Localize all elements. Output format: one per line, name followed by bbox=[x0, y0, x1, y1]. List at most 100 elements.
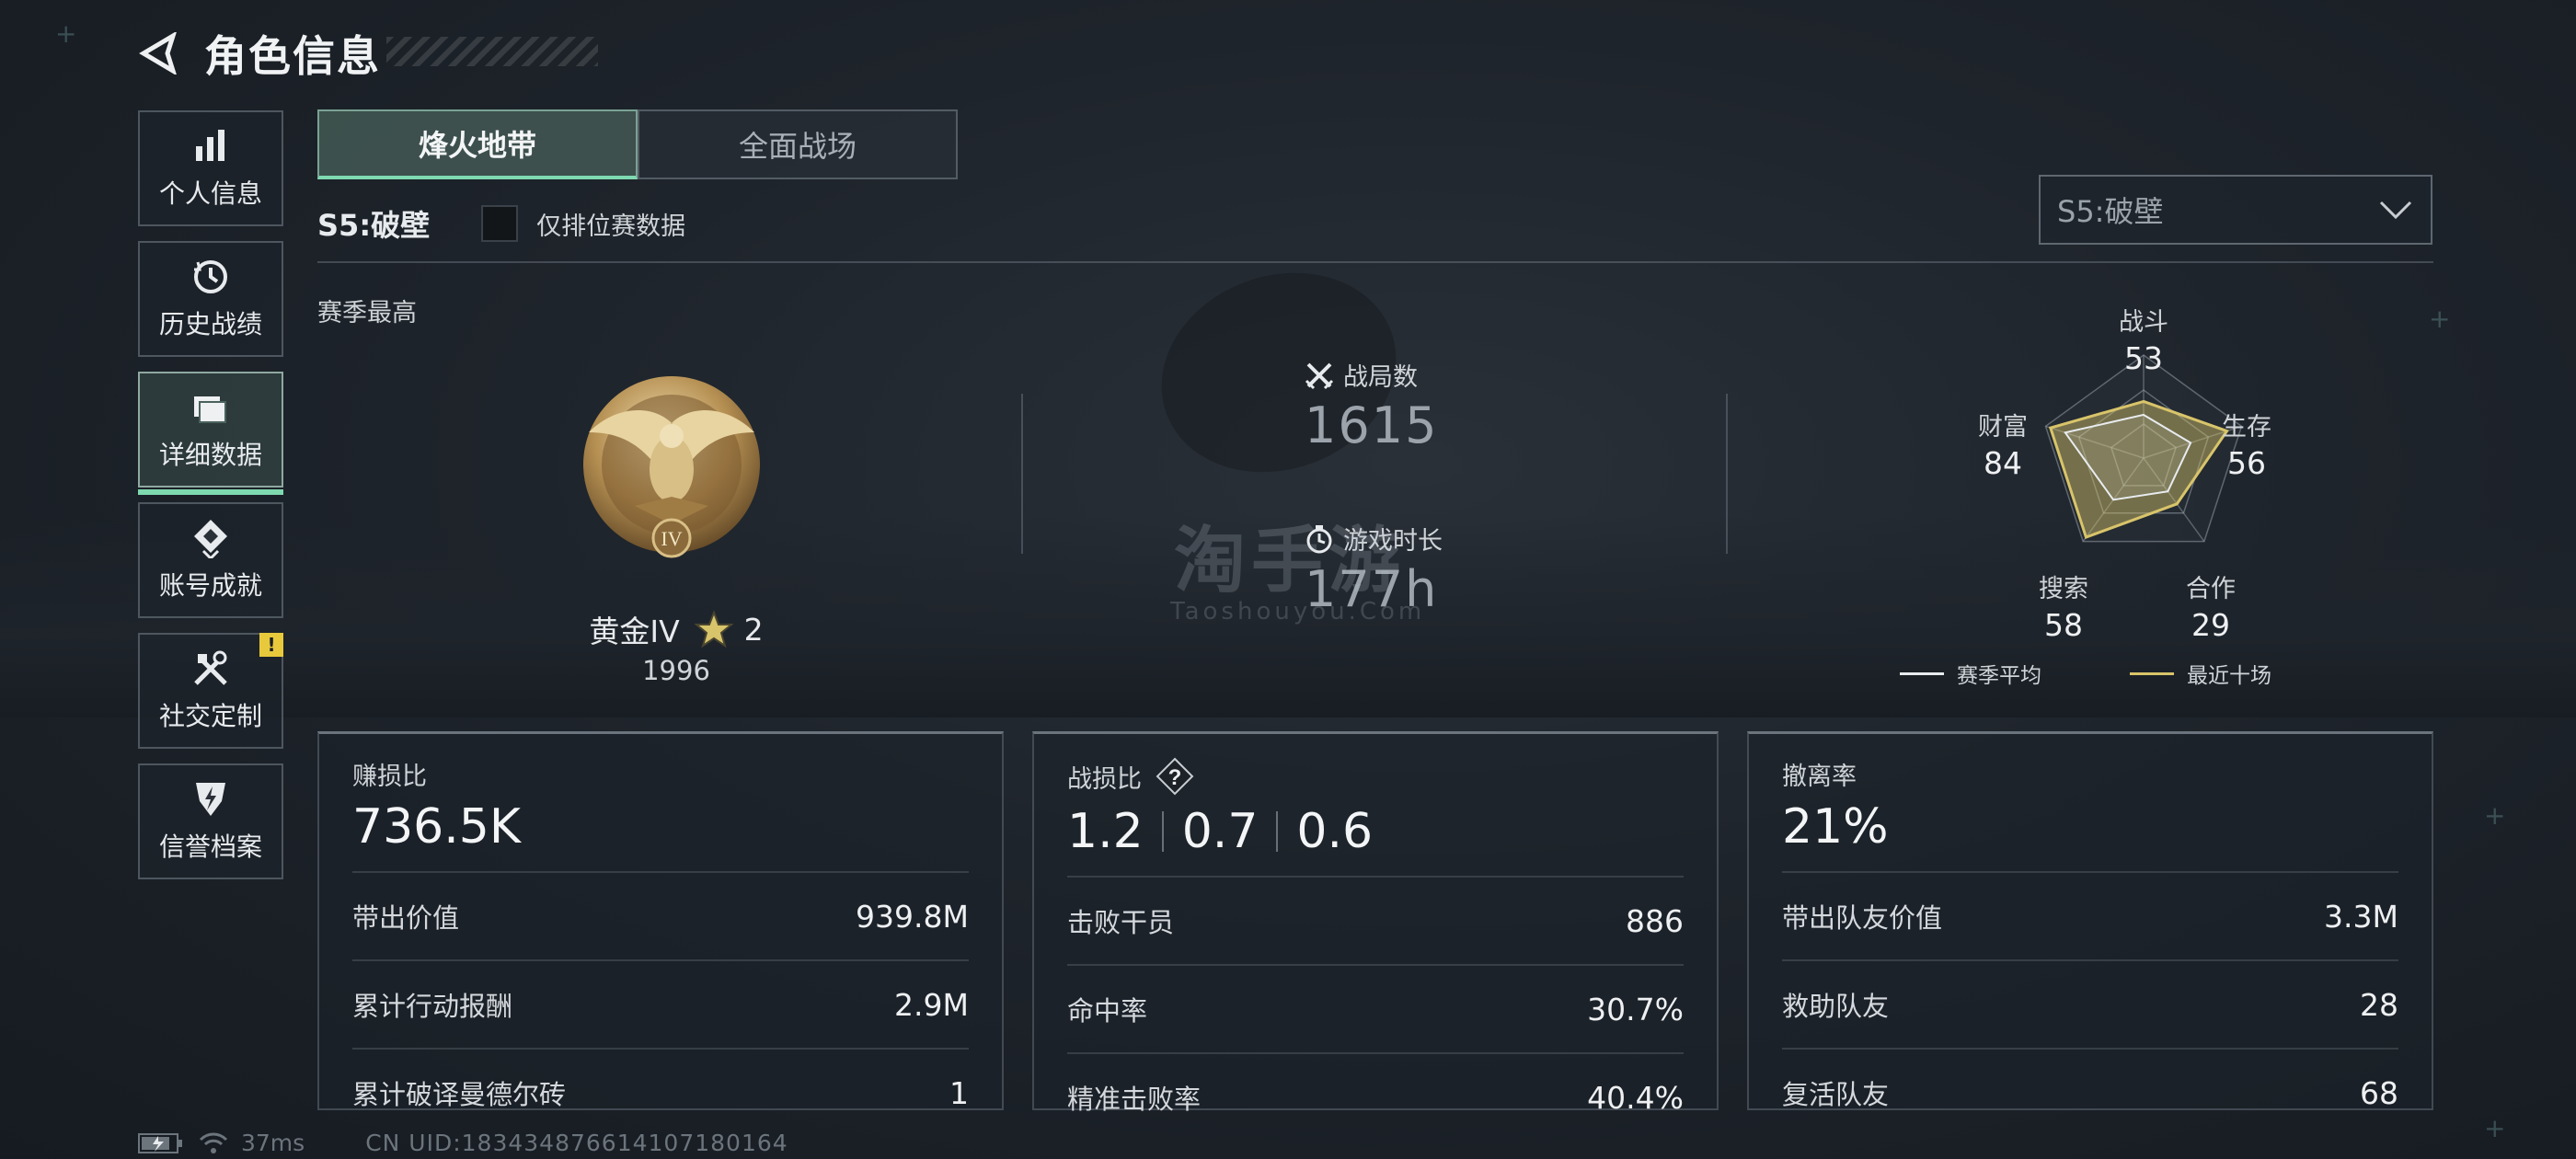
divider bbox=[1276, 811, 1279, 852]
watermark-main: 淘手游 bbox=[1173, 520, 1406, 602]
kd-values: 1.2 0.7 0.6 bbox=[1067, 800, 1684, 863]
history-clock-icon bbox=[194, 260, 227, 293]
row-label: 带出价值 bbox=[352, 902, 460, 934]
page-header: 角色信息 bbox=[138, 26, 381, 81]
panel-main-value: 21% bbox=[1782, 799, 1889, 855]
tab-warzone[interactable]: 烽火地带 bbox=[317, 109, 638, 179]
season-name: S5:破壁 bbox=[317, 208, 431, 243]
sidebar-item-social[interactable]: 社交定制 ! bbox=[138, 633, 283, 749]
panel-title-row: 战损比 ? bbox=[1067, 756, 1684, 797]
table-row: 精准击败率 40.4% bbox=[1067, 1052, 1684, 1141]
ranked-only-checkbox[interactable] bbox=[481, 205, 519, 242]
legend-swatch bbox=[2130, 671, 2174, 675]
sidebar-item-label: 历史战绩 bbox=[158, 309, 262, 339]
row-label: 命中率 bbox=[1067, 995, 1148, 1027]
season-best-label: 赛季最高 bbox=[317, 299, 417, 327]
sidebar-item-label: 账号成就 bbox=[158, 570, 262, 601]
row-value: 886 bbox=[1626, 902, 1684, 939]
divider bbox=[1021, 394, 1023, 554]
title-decoration bbox=[386, 37, 598, 66]
row-value: 939.8M bbox=[856, 898, 969, 935]
sidebar-item-history[interactable]: 历史战绩 bbox=[138, 241, 283, 357]
help-icon[interactable]: ? bbox=[1155, 756, 1195, 797]
table-row: 击败干员 886 bbox=[1067, 876, 1684, 964]
row-label: 复活队友 bbox=[1782, 1079, 1890, 1110]
panel-title: 撤离率 bbox=[1782, 763, 1857, 791]
watermark-sub: Taoshouyou.Com bbox=[1170, 598, 1426, 625]
back-arrow-icon[interactable] bbox=[138, 32, 180, 75]
rank-name: 黄金IV bbox=[589, 614, 680, 649]
sidebar-item-reputation[interactable]: 信誉档案 bbox=[138, 763, 283, 879]
panel-title: 赚损比 bbox=[352, 763, 427, 791]
row-value: 3.3M bbox=[2324, 898, 2398, 935]
radar-label-combat: 战斗 bbox=[2119, 308, 2168, 337]
bar-chart-icon bbox=[196, 130, 224, 161]
row-value: 68 bbox=[2360, 1074, 2398, 1111]
rank-score: 1996 bbox=[642, 655, 710, 686]
crossed-swords-icon bbox=[1305, 362, 1334, 389]
folder-icon bbox=[194, 396, 226, 423]
legend-label: 赛季平均 bbox=[1957, 664, 2041, 688]
row-label: 累计破译曼德尔砖 bbox=[352, 1079, 567, 1110]
matches-label: 战局数 bbox=[1343, 363, 1418, 392]
season-row: S5:破壁 仅排位赛数据 bbox=[317, 202, 685, 245]
row-label: 累计行动报酬 bbox=[352, 991, 513, 1022]
table-row: 复活队友 68 bbox=[1782, 1048, 2398, 1136]
sidebar-item-achievements[interactable]: 账号成就 bbox=[138, 502, 283, 618]
rank-badge-icon: IV bbox=[583, 376, 760, 558]
ranked-only-label[interactable]: 仅排位赛数据 bbox=[536, 206, 685, 242]
row-label: 救助队友 bbox=[1782, 991, 1890, 1022]
user-uid: CN UID:1834348766141071801​64 bbox=[365, 1130, 788, 1156]
radar-value-search: 58 bbox=[2044, 607, 2083, 643]
radar-value-wealth: 84 bbox=[1984, 445, 2022, 481]
kd-value: 0.7 bbox=[1181, 804, 1259, 859]
watermark: 淘手游 Taoshouyou.Com bbox=[1170, 520, 1426, 625]
sidebar-item-detailed-data[interactable]: 详细数据 bbox=[138, 372, 283, 495]
mode-tabs: 烽火地带 全面战场 bbox=[317, 109, 958, 179]
battery-charging-icon bbox=[138, 1132, 182, 1153]
tab-full-battlefield[interactable]: 全面战场 bbox=[638, 109, 958, 179]
ping-value: 37ms bbox=[241, 1130, 305, 1156]
row-value: 40.4% bbox=[1587, 1079, 1684, 1116]
sidebar-item-label: 个人信息 bbox=[158, 178, 262, 209]
legend-label: 最近十场 bbox=[2187, 664, 2271, 688]
radar-value-combat: 53 bbox=[2124, 340, 2163, 376]
shield-icon bbox=[196, 783, 225, 816]
table-row: 累计行动报酬 2.9M bbox=[352, 959, 969, 1048]
legend-swatch bbox=[1900, 671, 1944, 675]
radar-label-survival: 生存 bbox=[2222, 413, 2271, 442]
background-crosshair-icon: + bbox=[2429, 304, 2451, 334]
sidebar-item-label: 信誉档案 bbox=[158, 832, 262, 862]
table-row: 命中率 30.7% bbox=[1067, 964, 1684, 1052]
radar-label-wealth: 财富 bbox=[1978, 413, 2028, 442]
chevron-down-icon bbox=[2379, 201, 2412, 220]
row-label: 带出队友价值 bbox=[1782, 902, 1943, 934]
sidebar-item-label: 社交定制 bbox=[158, 701, 262, 731]
kd-value: 1.2 bbox=[1067, 804, 1144, 859]
star-icon bbox=[694, 610, 733, 648]
achievement-icon bbox=[194, 520, 227, 558]
extraction-rate-panel: 撤离率 21% 带出队友价值 3.3M 救助队友 28 复活队友 68 bbox=[1747, 731, 2433, 1111]
table-row: 带出价值 939.8M bbox=[352, 871, 969, 959]
notification-badge: ! bbox=[259, 633, 283, 657]
row-label: 击败干员 bbox=[1067, 907, 1175, 938]
tools-icon bbox=[194, 650, 227, 685]
rank-row: 黄金IV 2 bbox=[570, 607, 782, 651]
kd-ratio-panel: 战损比 ? 1.2 0.7 0.6 击败干员 886 命中率 30.7% 精准击… bbox=[1032, 731, 1719, 1116]
sidebar-item-personal-info[interactable]: 个人信息 bbox=[138, 110, 283, 226]
background-crosshair-icon: + bbox=[55, 18, 77, 49]
wifi-icon bbox=[199, 1132, 228, 1153]
panel-title: 战损比 bbox=[1067, 764, 1142, 794]
panel-main-value: 736.5K bbox=[352, 799, 521, 855]
help-mark: ? bbox=[1168, 765, 1182, 790]
profit-loss-panel: 赚损比 736.5K 带出价值 939.8M 累计行动报酬 2.9M 累计破译曼… bbox=[317, 731, 1004, 1111]
radar-value-cooperation: 29 bbox=[2191, 607, 2230, 643]
background-crosshair-icon: + bbox=[2484, 1113, 2506, 1143]
legend-recent-ten: 最近十场 bbox=[2130, 658, 2271, 689]
season-dropdown[interactable]: S5:破壁 bbox=[2039, 175, 2432, 245]
divider bbox=[317, 261, 2433, 263]
row-value: 30.7% bbox=[1587, 991, 1684, 1027]
divider bbox=[1161, 811, 1164, 852]
sidebar: 个人信息 历史战绩 详细数据 账号成就 社交定制 ! 信誉档案 bbox=[138, 110, 283, 894]
row-label: 精准击败率 bbox=[1067, 1084, 1202, 1115]
